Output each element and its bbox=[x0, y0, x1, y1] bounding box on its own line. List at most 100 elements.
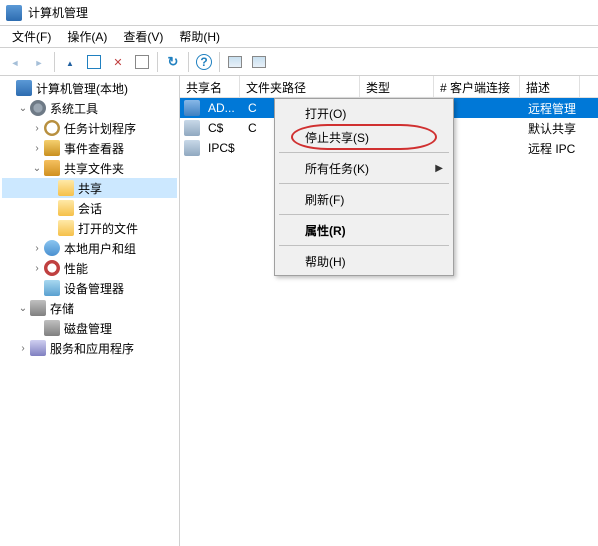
ctx-help[interactable]: 帮助(H) bbox=[277, 249, 451, 273]
share-item-icon bbox=[184, 140, 200, 156]
back-button[interactable] bbox=[4, 51, 26, 73]
share-item-icon bbox=[184, 100, 200, 116]
cell-desc: 远程管理 bbox=[522, 98, 582, 119]
window-icon bbox=[252, 56, 266, 68]
sheet-icon bbox=[87, 55, 101, 69]
event-icon bbox=[44, 140, 60, 156]
tree-label: 共享 bbox=[78, 180, 102, 197]
tree-eventviewer[interactable]: › 事件查看器 bbox=[2, 138, 177, 158]
expander-icon[interactable]: › bbox=[30, 263, 44, 274]
tree-services[interactable]: › 服务和应用程序 bbox=[2, 338, 177, 358]
ctx-separator bbox=[279, 214, 449, 215]
ctx-label: 刷新(F) bbox=[305, 191, 344, 208]
ctx-refresh[interactable]: 刷新(F) bbox=[277, 187, 451, 211]
refresh-button[interactable] bbox=[162, 51, 184, 73]
menu-file[interactable]: 文件(F) bbox=[4, 26, 59, 47]
app-icon bbox=[6, 5, 22, 21]
ctx-separator bbox=[279, 183, 449, 184]
col-header-name[interactable]: 共享名 bbox=[180, 76, 240, 97]
share-icon bbox=[44, 160, 60, 176]
computer-icon bbox=[16, 80, 32, 96]
expander-icon[interactable]: › bbox=[30, 243, 44, 254]
tree-openfiles[interactable]: 打开的文件 bbox=[2, 218, 177, 238]
col-header-type[interactable]: 类型 bbox=[360, 76, 434, 97]
ctx-properties[interactable]: 属性(R) bbox=[277, 218, 451, 242]
help-button[interactable] bbox=[193, 51, 215, 73]
arrow-left-icon bbox=[11, 55, 20, 69]
ctx-open[interactable]: 打开(O) bbox=[277, 101, 451, 125]
tree-shares[interactable]: 共享 bbox=[2, 178, 177, 198]
toolbar-separator bbox=[54, 52, 55, 72]
tree-label: 会话 bbox=[78, 200, 102, 217]
col-header-path[interactable]: 文件夹路径 bbox=[240, 76, 360, 97]
arrow-up-icon bbox=[66, 55, 74, 69]
tree-perf[interactable]: › 性能 bbox=[2, 258, 177, 278]
chevron-right-icon: ▶ bbox=[435, 163, 443, 174]
menu-view[interactable]: 查看(V) bbox=[115, 26, 171, 47]
tree-label: 存储 bbox=[50, 300, 74, 317]
properties-icon bbox=[135, 55, 149, 69]
tree-label: 任务计划程序 bbox=[64, 120, 136, 137]
menu-help[interactable]: 帮助(H) bbox=[171, 26, 228, 47]
list-pane: 共享名 文件夹路径 类型 # 客户端连接 描述 AD... C Windows … bbox=[180, 76, 598, 546]
expander-icon[interactable]: ⌄ bbox=[30, 163, 44, 174]
tree-label: 本地用户和组 bbox=[64, 240, 136, 257]
window-button-2[interactable] bbox=[248, 51, 270, 73]
tree-sessions[interactable]: 会话 bbox=[2, 198, 177, 218]
window-icon bbox=[228, 56, 242, 68]
tree-sharedfolders[interactable]: ⌄ 共享文件夹 bbox=[2, 158, 177, 178]
help-icon bbox=[196, 54, 212, 70]
ctx-label: 属性(R) bbox=[305, 222, 346, 239]
expander-icon[interactable]: ⌄ bbox=[16, 103, 30, 114]
tree-label: 性能 bbox=[64, 260, 88, 277]
properties-button[interactable] bbox=[131, 51, 153, 73]
share-item-icon bbox=[184, 120, 200, 136]
context-menu: 打开(O) 停止共享(S) 所有任务(K)▶ 刷新(F) 属性(R) 帮助(H) bbox=[274, 98, 454, 276]
toolbar-separator bbox=[157, 52, 158, 72]
list-header: 共享名 文件夹路径 类型 # 客户端连接 描述 bbox=[180, 76, 598, 98]
tree-root[interactable]: 计算机管理(本地) bbox=[2, 78, 177, 98]
tree-scheduler[interactable]: › 任务计划程序 bbox=[2, 118, 177, 138]
ctx-separator bbox=[279, 245, 449, 246]
tree-label: 计算机管理(本地) bbox=[36, 80, 128, 97]
folder-icon bbox=[58, 180, 74, 196]
col-header-clients[interactable]: # 客户端连接 bbox=[434, 76, 520, 97]
cell-desc: 远程 IPC bbox=[522, 138, 582, 159]
ctx-all-tasks[interactable]: 所有任务(K)▶ bbox=[277, 156, 451, 180]
tree-pane[interactable]: 计算机管理(本地) ⌄ 系统工具 › 任务计划程序 › 事件查看器 ⌄ 共享文件夹 共享… bbox=[0, 76, 180, 546]
arrow-right-icon bbox=[35, 55, 44, 69]
services-icon bbox=[30, 340, 46, 356]
forward-button[interactable] bbox=[28, 51, 50, 73]
window-button-1[interactable] bbox=[224, 51, 246, 73]
expander-icon[interactable]: › bbox=[16, 343, 30, 354]
tree-localusers[interactable]: › 本地用户和组 bbox=[2, 238, 177, 258]
title-bar: 计算机管理 bbox=[0, 0, 598, 26]
ctx-label: 帮助(H) bbox=[305, 253, 346, 270]
expander-icon[interactable]: › bbox=[30, 143, 44, 154]
expander-icon[interactable]: ⌄ bbox=[16, 303, 30, 314]
ctx-separator bbox=[279, 152, 449, 153]
tree-diskmgmt[interactable]: 磁盘管理 bbox=[2, 318, 177, 338]
clock-icon bbox=[44, 120, 60, 136]
col-header-desc[interactable]: 描述 bbox=[520, 76, 580, 97]
tree-label: 系统工具 bbox=[50, 100, 98, 117]
cell-name: C$ bbox=[202, 119, 242, 137]
menu-action[interactable]: 操作(A) bbox=[59, 26, 115, 47]
gear-icon bbox=[30, 100, 46, 116]
storage-icon bbox=[30, 300, 46, 316]
cell-name: AD... bbox=[202, 99, 242, 117]
tree-systools[interactable]: ⌄ 系统工具 bbox=[2, 98, 177, 118]
tree-storage[interactable]: ⌄ 存储 bbox=[2, 298, 177, 318]
tree-label: 服务和应用程序 bbox=[50, 340, 134, 357]
up-button[interactable] bbox=[59, 51, 81, 73]
tree-devmgr[interactable]: 设备管理器 bbox=[2, 278, 177, 298]
tree-label: 共享文件夹 bbox=[64, 160, 124, 177]
expander-icon[interactable]: › bbox=[30, 123, 44, 134]
show-hide-button[interactable] bbox=[83, 51, 105, 73]
tree-label: 事件查看器 bbox=[64, 140, 124, 157]
tool-bar bbox=[0, 48, 598, 76]
ctx-stop-share[interactable]: 停止共享(S) bbox=[277, 125, 451, 149]
toolbar-separator bbox=[188, 52, 189, 72]
cell-desc: 默认共享 bbox=[522, 118, 582, 139]
delete-button[interactable] bbox=[107, 51, 129, 73]
